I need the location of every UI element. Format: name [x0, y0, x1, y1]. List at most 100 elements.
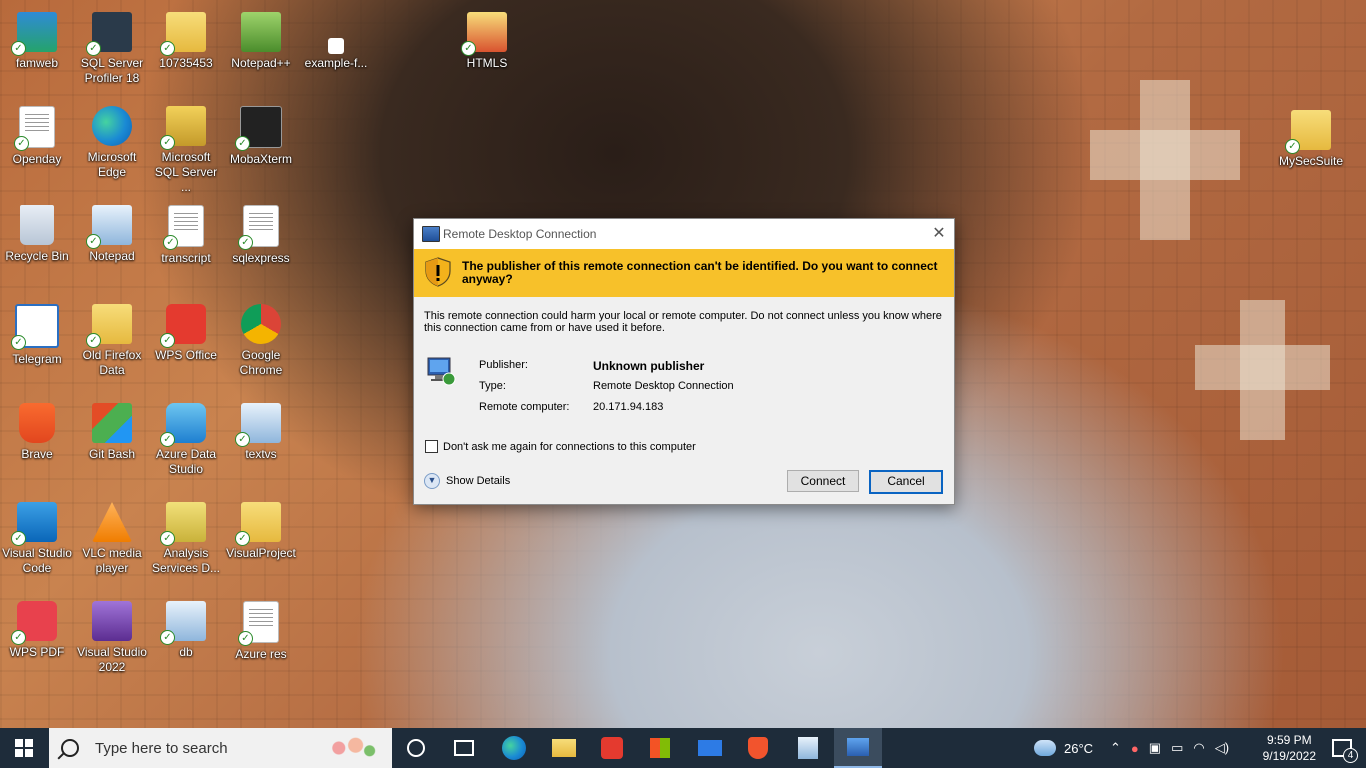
volume-icon[interactable]: ◁) — [1215, 740, 1229, 756]
app-icon: ✓ — [86, 12, 132, 56]
app-icon — [241, 12, 281, 52]
desktop-icon-db[interactable]: ✓ db — [149, 601, 223, 660]
notification-count: 4 — [1343, 748, 1358, 763]
desktop-icon-transcript[interactable]: ✓ transcript — [149, 205, 223, 266]
desktop-icon-analysis-services[interactable]: ✓ Analysis Services D... — [149, 502, 223, 576]
cancel-button[interactable]: Cancel — [869, 470, 943, 494]
folder-icon: ✓ — [86, 304, 132, 348]
desktop-icon-azure-res[interactable]: ✓ Azure res — [224, 601, 298, 662]
taskbar-mail[interactable] — [686, 728, 734, 768]
desktop-icon-telegram[interactable]: ✓ Telegram — [0, 304, 74, 367]
dont-ask-again-checkbox[interactable]: Don't ask me again for connections to th… — [425, 440, 696, 453]
desktop-icon-edge[interactable]: Microsoft Edge — [75, 106, 149, 180]
chevron-up-icon[interactable]: ⌃ — [1110, 740, 1121, 756]
app-icon: ✓ — [160, 106, 206, 150]
system-tray: ⌃ ● ▣ ▭ ◠ ◁) — [1110, 728, 1229, 768]
remote-computer-row: Remote computer: 20.171.94.183 — [479, 401, 663, 413]
notepad-icon: ✓ — [86, 205, 132, 249]
desktop-icon-openday[interactable]: ✓ Openday — [0, 106, 74, 167]
show-details-toggle[interactable]: ▼ Show Details — [424, 473, 510, 489]
start-button[interactable] — [0, 728, 48, 768]
cortana-button[interactable] — [392, 728, 440, 768]
desktop-icon-brave[interactable]: Brave — [0, 403, 74, 462]
chrome-icon — [241, 304, 281, 344]
task-view-button[interactable] — [440, 728, 488, 768]
wps-office-icon — [601, 737, 623, 759]
checkbox-label: Don't ask me again for connections to th… — [443, 440, 696, 453]
desktop-icon-htmls[interactable]: ✓ HTMLS — [450, 12, 524, 71]
taskbar-file-explorer[interactable] — [540, 728, 588, 768]
folder-icon: ✓ — [1285, 110, 1331, 154]
checkbox-box[interactable] — [425, 440, 438, 453]
wps-pdf-icon: ✓ — [11, 601, 57, 645]
desktop-icon-visualproject[interactable]: ✓ VisualProject — [224, 502, 298, 561]
desktop-icon-wps-office[interactable]: ✓ WPS Office — [149, 304, 223, 363]
battery-icon[interactable]: ▭ — [1171, 740, 1183, 756]
desktop-icon-vlc[interactable]: VLC media player — [75, 502, 149, 576]
close-icon[interactable]: ✕ — [924, 219, 954, 249]
desktop-icon-notepad[interactable]: ✓ Notepad — [75, 205, 149, 264]
taskbar-store[interactable] — [636, 728, 684, 768]
store-icon — [650, 738, 670, 758]
git-bash-icon — [92, 403, 132, 443]
desktop-icon-git-bash[interactable]: Git Bash — [75, 403, 149, 462]
type-value: Remote Desktop Connection — [593, 380, 734, 392]
file-icon — [328, 38, 344, 54]
wifi-icon[interactable]: ◠ — [1193, 740, 1204, 756]
taskbar-clock[interactable]: 9:59 PM 9/19/2022 — [1263, 732, 1316, 764]
notification-center-button[interactable]: 4 — [1318, 728, 1366, 768]
desktop-icon-mysecsuite[interactable]: ✓ MySecSuite — [1274, 110, 1348, 169]
desktop-icon-famweb[interactable]: ✓ famweb — [0, 12, 74, 71]
desktop-icon-mobaxterm[interactable]: ✓ MobaXterm — [224, 106, 298, 167]
document-icon: ✓ — [238, 205, 279, 250]
desktop-icon-wps-pdf[interactable]: ✓ WPS PDF — [0, 601, 74, 660]
azure-data-studio-icon: ✓ — [160, 403, 206, 447]
desktop-icon-10735453[interactable]: ✓ 10735453 — [149, 12, 223, 71]
desktop-icon-old-firefox[interactable]: ✓ Old Firefox Data — [75, 304, 149, 378]
windows-logo-icon — [15, 739, 33, 757]
taskbar-notepad[interactable] — [784, 728, 832, 768]
remote-desktop-icon — [422, 226, 440, 242]
desktop-icon-sql-server[interactable]: ✓ Microsoft SQL Server ... — [149, 106, 223, 195]
brave-icon — [748, 737, 768, 759]
taskbar-search[interactable]: Type here to search — [49, 728, 392, 768]
taskbar-remote-desktop[interactable] — [834, 728, 882, 768]
taskbar-brave[interactable] — [734, 728, 782, 768]
vlc-icon — [92, 502, 132, 542]
type-label: Type: — [479, 380, 506, 392]
desktop-icon-vscode[interactable]: ✓ Visual Studio Code — [0, 502, 74, 576]
desktop-icon-sqlexpress[interactable]: ✓ sqlexpress — [224, 205, 298, 266]
weather-cloud-icon — [1034, 740, 1056, 756]
dialog-titlebar[interactable]: Remote Desktop Connection ✕ — [414, 219, 954, 249]
type-row: Type: Remote Desktop Connection — [479, 380, 734, 392]
notepad-icon — [798, 737, 818, 759]
clock-time: 9:59 PM — [1266, 733, 1312, 747]
desktop-icon-example[interactable]: example-f... — [299, 12, 373, 71]
publisher-value: Unknown publisher — [593, 359, 705, 373]
search-icon — [61, 739, 79, 757]
camera-icon[interactable]: ▣ — [1149, 740, 1161, 756]
notepad-icon: ✓ — [160, 601, 206, 645]
terminal-icon: ✓ — [235, 106, 282, 151]
desktop-icon-chrome[interactable]: Google Chrome — [224, 304, 298, 378]
network-disconnected-icon[interactable]: ● — [1131, 741, 1139, 756]
folder-icon — [552, 739, 576, 757]
warning-message: The publisher of this remote connection … — [462, 259, 938, 286]
remote-computer-label: Remote computer: — [479, 401, 570, 413]
desktop-icon-visual-studio-2022[interactable]: Visual Studio 2022 — [75, 601, 149, 675]
desktop-icon-sql-profiler[interactable]: ✓ SQL Server Profiler 18 — [75, 12, 149, 86]
connect-button[interactable]: Connect — [787, 470, 859, 492]
remote-desktop-icon — [847, 738, 869, 756]
taskbar-wps-office[interactable] — [588, 728, 636, 768]
desktop-icon-azure-data-studio[interactable]: ✓ Azure Data Studio — [149, 403, 223, 477]
desktop-icon-recycle-bin[interactable]: Recycle Bin — [0, 205, 74, 264]
weather-widget[interactable]: 26°C — [1034, 728, 1093, 768]
desktop-icon-textvs[interactable]: ✓ textvs — [224, 403, 298, 462]
remote-computer-value: 20.171.94.183 — [593, 401, 664, 413]
desktop-icon-notepadpp[interactable]: Notepad++ — [224, 12, 298, 71]
warning-shield-icon — [425, 257, 451, 287]
window-icon: ✓ — [11, 304, 59, 350]
search-highlight-flower-icon — [322, 734, 378, 762]
taskbar-edge[interactable] — [490, 728, 538, 768]
taskbar: Type here to search 26°C ⌃ ● ▣ ▭ ◠ ◁) 9:… — [0, 728, 1366, 768]
